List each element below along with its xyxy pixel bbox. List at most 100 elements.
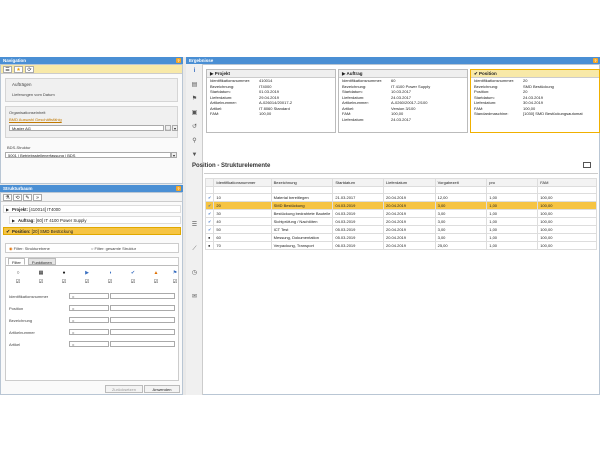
calendar-icon[interactable]: ▦	[38, 270, 44, 276]
expand-icon[interactable]: »	[33, 194, 42, 201]
app-window: Navigation ? ☰ ★ ⟳ Aufträgen Lieferungen…	[0, 57, 600, 395]
column-filter-input[interactable]	[213, 186, 272, 194]
table-row[interactable]: ● 60 Messung, Dokumentation 05.03.2019 2…	[204, 233, 597, 242]
column-header[interactable]: Bezeichnung	[270, 178, 334, 187]
radio-strukturebene[interactable]: ◉ Filter: Strukturebene	[9, 246, 50, 251]
chart-icon[interactable]: ▤	[190, 81, 199, 90]
column-header[interactable]: Startdatum	[332, 178, 384, 187]
org-dropdown-icon[interactable]: ▾	[172, 125, 178, 131]
org-section: Organisationseinheit BMD Auswahl Geschäf…	[5, 106, 178, 138]
column-filter-input[interactable]	[332, 186, 384, 194]
checkbox-5[interactable]: ☑	[107, 279, 113, 285]
flag-icon[interactable]: ⚑	[172, 270, 178, 276]
checkbox-4[interactable]: ☑	[84, 279, 90, 285]
info-icon[interactable]: i	[190, 67, 199, 76]
history-icon[interactable]: ↺	[190, 123, 199, 132]
play-icon[interactable]: ▶	[84, 270, 90, 276]
half-circle-icon[interactable]: ◑	[107, 270, 113, 276]
filter-value-input[interactable]	[110, 329, 175, 335]
apply-button[interactable]: Anwenden	[144, 385, 180, 393]
tree-value: [410014] IT4000	[29, 207, 61, 212]
help-button[interactable]: ?	[593, 58, 598, 63]
check-icon[interactable]: ✔	[130, 270, 136, 276]
sync-icon[interactable]: ⟲	[13, 194, 22, 201]
filter-row: Artikel =	[6, 340, 178, 350]
org-field[interactable]: Muster AG	[9, 125, 164, 131]
favorites-item[interactable]: Lieferungen vom Datum	[12, 92, 55, 97]
tab-filter[interactable]: Filter	[8, 258, 25, 265]
filter-op[interactable]: =	[69, 317, 109, 323]
column-filter-input[interactable]	[486, 186, 539, 194]
tab-funktionen[interactable]: Funktionen	[28, 258, 56, 265]
checkbox-6[interactable]: ☑	[130, 279, 136, 285]
checkbox-3[interactable]: ☑	[61, 279, 67, 285]
radio-label: Filter: gesamte Struktur	[94, 246, 137, 251]
pin-icon[interactable]: ⚲	[190, 137, 199, 146]
filter-icon[interactable]: ⚗	[3, 194, 12, 201]
tree-value: [60] IT 4100 Power Supply	[35, 218, 87, 223]
table-row-selected[interactable]: ✔ 20 SMD Bestückung 04.03.2019 20.04.201…	[204, 201, 597, 210]
radio-icon: ○	[91, 246, 94, 251]
table-row[interactable]: ✔ 40 Sichtprüfung / Nachlöten 04.03.2019…	[204, 217, 597, 226]
checkbox-7[interactable]: ☑	[153, 279, 159, 285]
help-button[interactable]: ?	[176, 58, 181, 63]
checkbox-8[interactable]: ☑	[172, 279, 178, 285]
filter-value-input[interactable]	[110, 293, 175, 299]
structure-header: Strukturbaum ?	[0, 185, 183, 192]
warning-icon[interactable]: ▲	[153, 270, 159, 276]
help-button[interactable]: ?	[176, 186, 181, 191]
filter-op[interactable]: =	[69, 305, 109, 311]
filter-op[interactable]: =	[69, 329, 109, 335]
card-title: ▶ Projekt	[207, 70, 335, 78]
window-icon[interactable]	[583, 162, 591, 168]
column-filter-input[interactable]	[270, 186, 334, 194]
table-row[interactable]: ✔ 50 ICT Test 05.03.2019 20.04.2019 3,00…	[204, 225, 597, 234]
filter-label: Artikel	[9, 342, 21, 347]
clock-icon[interactable]: ◷	[190, 269, 199, 278]
column-filter-input[interactable]	[382, 186, 436, 194]
results-side-toolbar: i ▤ ⚑ ▣ ↺ ⚲ ▼ ☰ ⟋ ◷ ✉	[186, 64, 203, 395]
funnel-icon[interactable]: ▼	[190, 151, 199, 160]
refresh-icon[interactable]: ⟳	[25, 66, 34, 73]
table-row[interactable]: ● 70 Verpackung, Transport 06.03.2019 20…	[204, 241, 597, 250]
org-link[interactable]: BMD Auswahl Geschäftsfähig	[9, 117, 62, 122]
filter-label: Position	[9, 306, 24, 311]
filter-value-input[interactable]	[110, 305, 175, 311]
chart-line-icon[interactable]: ⟋	[190, 245, 199, 254]
table-row[interactable]: ✔ 30 Bestückung bedrahtete Bauteile 04.0…	[204, 209, 597, 218]
flag-icon[interactable]: ⚑	[190, 95, 199, 104]
bds-dropdown-icon[interactable]: ▾	[171, 152, 177, 158]
filter-value-input[interactable]	[110, 317, 175, 323]
grid-header-row: Identifikationsnummer Bezeichnung Startd…	[204, 178, 597, 187]
filter-value-input[interactable]	[110, 341, 175, 347]
table-row[interactable]: ✔ 10 Material bereitlegen 21.03.2017 20.…	[204, 193, 597, 202]
org-dots-button[interactable]: …	[165, 125, 171, 131]
tree-item-projekt[interactable]: ▶ Projekt: [410014] IT4000	[3, 205, 181, 213]
filled-circle-icon[interactable]: ●	[61, 270, 67, 276]
checkbox-2[interactable]: ☑	[38, 279, 44, 285]
radio-gesamte[interactable]: ○ Filter: gesamte Struktur	[91, 246, 136, 251]
column-filter-input[interactable]	[434, 186, 488, 194]
filter-op[interactable]: =	[69, 293, 109, 299]
tree-item-position[interactable]: ✔ Position: [20] SMD Bestückung	[3, 227, 181, 235]
column-filter-input[interactable]	[537, 186, 597, 194]
checkbox-1[interactable]: ☑	[15, 279, 21, 285]
table-icon[interactable]: ☰	[190, 221, 199, 230]
star-icon[interactable]: ★	[14, 66, 23, 73]
column-header[interactable]: pro	[486, 178, 539, 187]
reset-button[interactable]: Zurücksetzen	[105, 385, 143, 393]
column-header[interactable]: FAM	[537, 178, 597, 187]
edit-icon[interactable]: ✎	[23, 194, 32, 201]
column-header[interactable]: Vorgabezeit	[434, 178, 488, 187]
list-icon[interactable]: ☰	[3, 66, 12, 73]
filter-op[interactable]: =	[69, 341, 109, 347]
bds-field[interactable]: 5001 | Betriebsstellenerfassung | BDS	[5, 152, 171, 158]
column-header[interactable]: Lieferdatum	[382, 178, 436, 187]
column-header[interactable]: Identifikationsnummer	[213, 178, 272, 187]
chat-icon[interactable]: ✉	[190, 293, 199, 302]
card-projekt: ▶ Projekt Identifikationsnummer: 410014 B…	[206, 69, 336, 133]
circle-outline-icon[interactable]: ○	[15, 270, 21, 276]
tree-item-auftrag[interactable]: ▶ Auftrag: [60] IT 4100 Power Supply	[9, 216, 181, 224]
clipboard-icon[interactable]: ▣	[190, 109, 199, 118]
status-icon: ✔	[204, 217, 215, 226]
